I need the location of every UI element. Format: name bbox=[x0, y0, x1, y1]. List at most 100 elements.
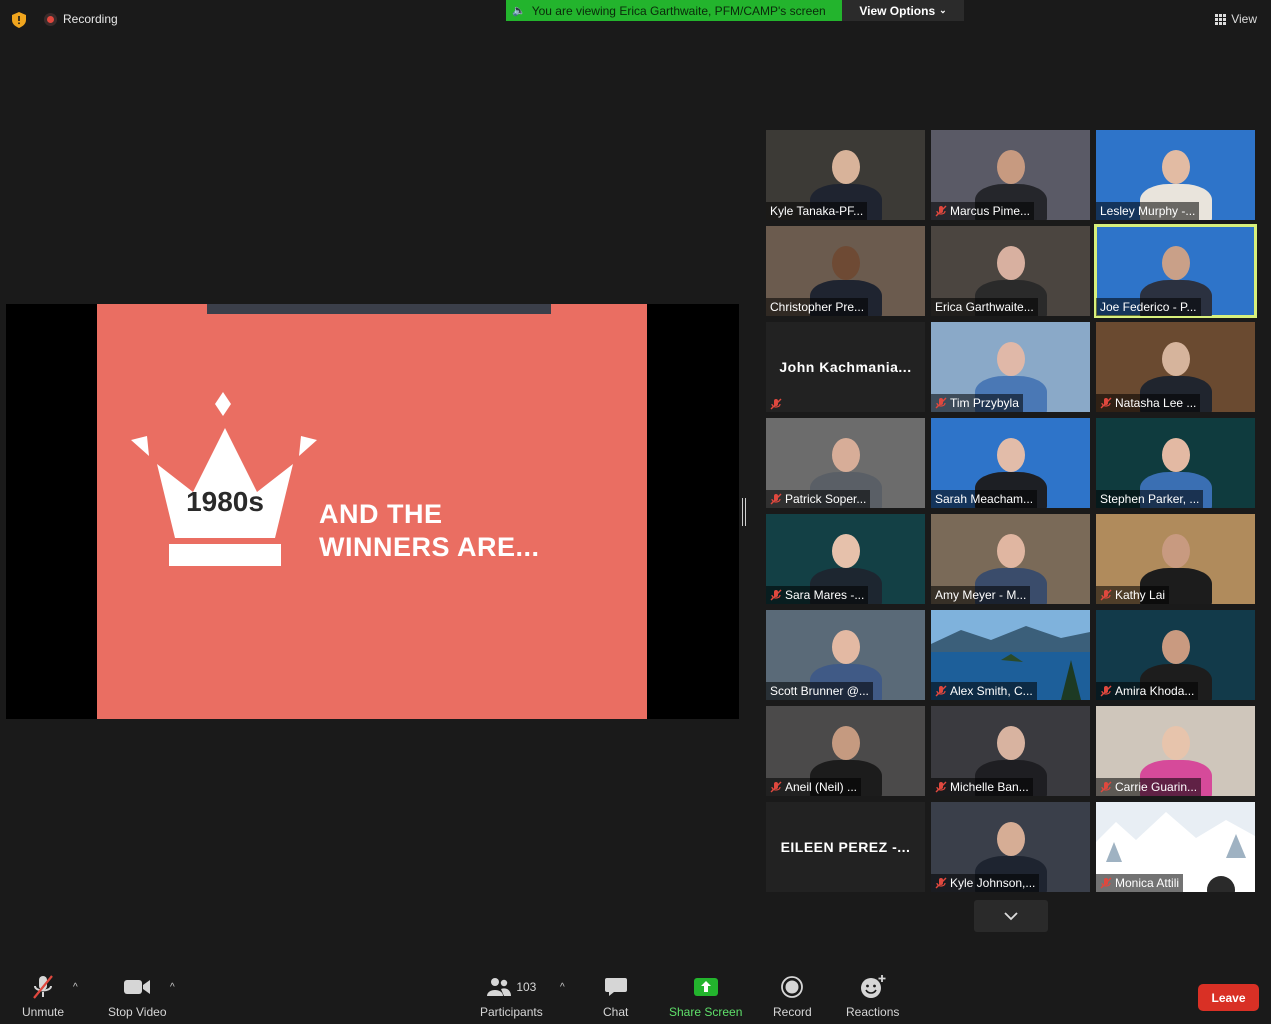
shared-screen[interactable]: 1980s AND THE WINNERS ARE... bbox=[6, 304, 739, 719]
participant-head bbox=[1162, 150, 1190, 184]
microphone-muted-icon bbox=[935, 685, 947, 697]
participant-head bbox=[1162, 246, 1190, 280]
microphone-muted-icon bbox=[770, 397, 782, 410]
participant-tile[interactable]: Joe Federico - P... bbox=[1094, 224, 1257, 318]
participant-head bbox=[997, 150, 1025, 184]
participant-head bbox=[832, 150, 860, 184]
stop-video-button[interactable]: Stop Video bbox=[108, 974, 167, 1019]
participant-tile[interactable]: Carrie Guarin... bbox=[1096, 706, 1255, 796]
audio-options-caret-icon[interactable]: ^ bbox=[73, 982, 78, 993]
participant-head bbox=[997, 534, 1025, 568]
view-options-label: View Options bbox=[859, 3, 936, 18]
participant-nametag: Sarah Meacham... bbox=[931, 490, 1038, 508]
participant-name: Sarah Meacham... bbox=[935, 492, 1034, 506]
participants-button[interactable]: 103 Participants bbox=[480, 974, 543, 1019]
participant-tile[interactable]: EILEEN PEREZ -... bbox=[766, 802, 925, 892]
view-button[interactable]: View bbox=[1215, 12, 1257, 26]
participant-tile[interactable]: Erica Garthwaite... bbox=[931, 226, 1090, 316]
participants-label: Participants bbox=[480, 1005, 543, 1019]
participant-nametag: Patrick Soper... bbox=[766, 490, 871, 508]
participant-tile[interactable]: Kyle Tanaka-PF... bbox=[766, 130, 925, 220]
security-shield-icon[interactable] bbox=[12, 12, 26, 28]
chat-button[interactable]: Chat bbox=[603, 974, 628, 1019]
participant-nametag: Monica Attili bbox=[1096, 874, 1184, 892]
microphone-muted-icon bbox=[935, 877, 947, 889]
video-options-caret-icon[interactable]: ^ bbox=[170, 982, 175, 993]
participant-nametag: Sara Mares -... bbox=[766, 586, 869, 604]
slide-headline-line2: WINNERS ARE... bbox=[319, 532, 540, 562]
more-participants-button[interactable] bbox=[974, 900, 1048, 932]
participant-tile[interactable]: Michelle Ban... bbox=[931, 706, 1090, 796]
speaker-icon: 🔈 bbox=[512, 5, 526, 17]
participants-options-caret-icon[interactable]: ^ bbox=[560, 982, 565, 993]
participant-tile[interactable]: Tim Przybyla bbox=[931, 322, 1090, 412]
participant-tile[interactable]: Kathy Lai bbox=[1096, 514, 1255, 604]
recording-indicator[interactable]: Recording bbox=[44, 12, 118, 26]
participant-head bbox=[1162, 342, 1190, 376]
recording-dot-icon bbox=[44, 12, 57, 26]
smiley-add-icon bbox=[860, 975, 886, 998]
chevron-down-icon: ⌄ bbox=[939, 5, 947, 15]
record-label: Record bbox=[773, 1005, 812, 1019]
participant-tile[interactable]: Patrick Soper... bbox=[766, 418, 925, 508]
participant-tile[interactable]: Natasha Lee ... bbox=[1096, 322, 1255, 412]
unmute-button[interactable]: Unmute bbox=[22, 974, 64, 1019]
participant-name: Kathy Lai bbox=[1115, 588, 1166, 602]
view-options-button[interactable]: View Options ⌄ bbox=[842, 0, 964, 21]
participant-nametag: Amy Meyer - M... bbox=[931, 586, 1031, 604]
leave-button[interactable]: Leave bbox=[1198, 984, 1259, 1011]
participant-name: Tim Przybyla bbox=[950, 396, 1019, 410]
microphone-muted-icon bbox=[1100, 685, 1112, 697]
chat-label: Chat bbox=[603, 1005, 629, 1019]
participant-head bbox=[997, 342, 1025, 376]
participant-name: Michelle Ban... bbox=[950, 780, 1029, 794]
participant-tile[interactable]: Alex Smith, C... bbox=[931, 610, 1090, 700]
share-screen-label: Share Screen bbox=[669, 1005, 743, 1019]
participant-tile[interactable]: Aneil (Neil) ... bbox=[766, 706, 925, 796]
viewing-banner: 🔈 You are viewing Erica Garthwaite, PFM/… bbox=[506, 0, 842, 21]
participant-tile[interactable]: Marcus Pime... bbox=[931, 130, 1090, 220]
participant-name: Joe Federico - P... bbox=[1100, 300, 1197, 314]
microphone-muted-icon bbox=[770, 589, 782, 601]
participant-tile[interactable]: Scott Brunner @... bbox=[766, 610, 925, 700]
participant-tile[interactable]: Sara Mares -... bbox=[766, 514, 925, 604]
microphone-muted-icon bbox=[770, 781, 782, 793]
participants-icon bbox=[487, 978, 512, 996]
participant-nametag: Kathy Lai bbox=[1096, 586, 1170, 604]
split-divider-handle[interactable] bbox=[742, 498, 748, 526]
participant-head bbox=[832, 534, 860, 568]
participant-head bbox=[832, 246, 860, 280]
participant-tile[interactable]: Kyle Johnson,... bbox=[931, 802, 1090, 892]
participant-nametag: Aneil (Neil) ... bbox=[766, 778, 862, 796]
participant-nametag: Stephen Parker, ... bbox=[1096, 490, 1204, 508]
participant-nametag: Scott Brunner @... bbox=[766, 682, 873, 700]
participant-tile[interactable]: Amira Khoda... bbox=[1096, 610, 1255, 700]
record-button[interactable]: Record bbox=[773, 974, 812, 1019]
participant-head bbox=[1162, 534, 1190, 568]
participant-nametag: Lesley Murphy -... bbox=[1096, 202, 1200, 220]
share-screen-button[interactable]: Share Screen bbox=[669, 974, 742, 1019]
participant-tile[interactable]: John Kachmania... bbox=[766, 322, 925, 412]
participant-head bbox=[1162, 726, 1190, 760]
microphone-muted-icon bbox=[935, 205, 947, 217]
reactions-label: Reactions bbox=[846, 1005, 900, 1019]
participant-nametag: Kyle Tanaka-PF... bbox=[766, 202, 868, 220]
crown-graphic bbox=[131, 392, 317, 566]
participant-name: Scott Brunner @... bbox=[770, 684, 869, 698]
participant-name: Amira Khoda... bbox=[1115, 684, 1195, 698]
participant-tile[interactable]: Christopher Pre... bbox=[766, 226, 925, 316]
participant-tile[interactable]: Stephen Parker, ... bbox=[1096, 418, 1255, 508]
participant-tile[interactable]: Sarah Meacham... bbox=[931, 418, 1090, 508]
participant-tile[interactable]: Amy Meyer - M... bbox=[931, 514, 1090, 604]
participant-name: Natasha Lee ... bbox=[1115, 396, 1197, 410]
participant-nametag: Tim Przybyla bbox=[931, 394, 1023, 412]
participant-name: Carrie Guarin... bbox=[1115, 780, 1198, 794]
participant-name: Kyle Tanaka-PF... bbox=[770, 204, 864, 218]
participant-tile[interactable]: Monica Attili bbox=[1096, 802, 1255, 892]
participant-head bbox=[1162, 630, 1190, 664]
participant-name: Lesley Murphy -... bbox=[1100, 204, 1196, 218]
participant-tile[interactable]: Lesley Murphy -... bbox=[1096, 130, 1255, 220]
participant-head bbox=[832, 726, 860, 760]
reactions-button[interactable]: Reactions bbox=[846, 974, 899, 1019]
participant-name: Monica Attili bbox=[1115, 876, 1180, 890]
